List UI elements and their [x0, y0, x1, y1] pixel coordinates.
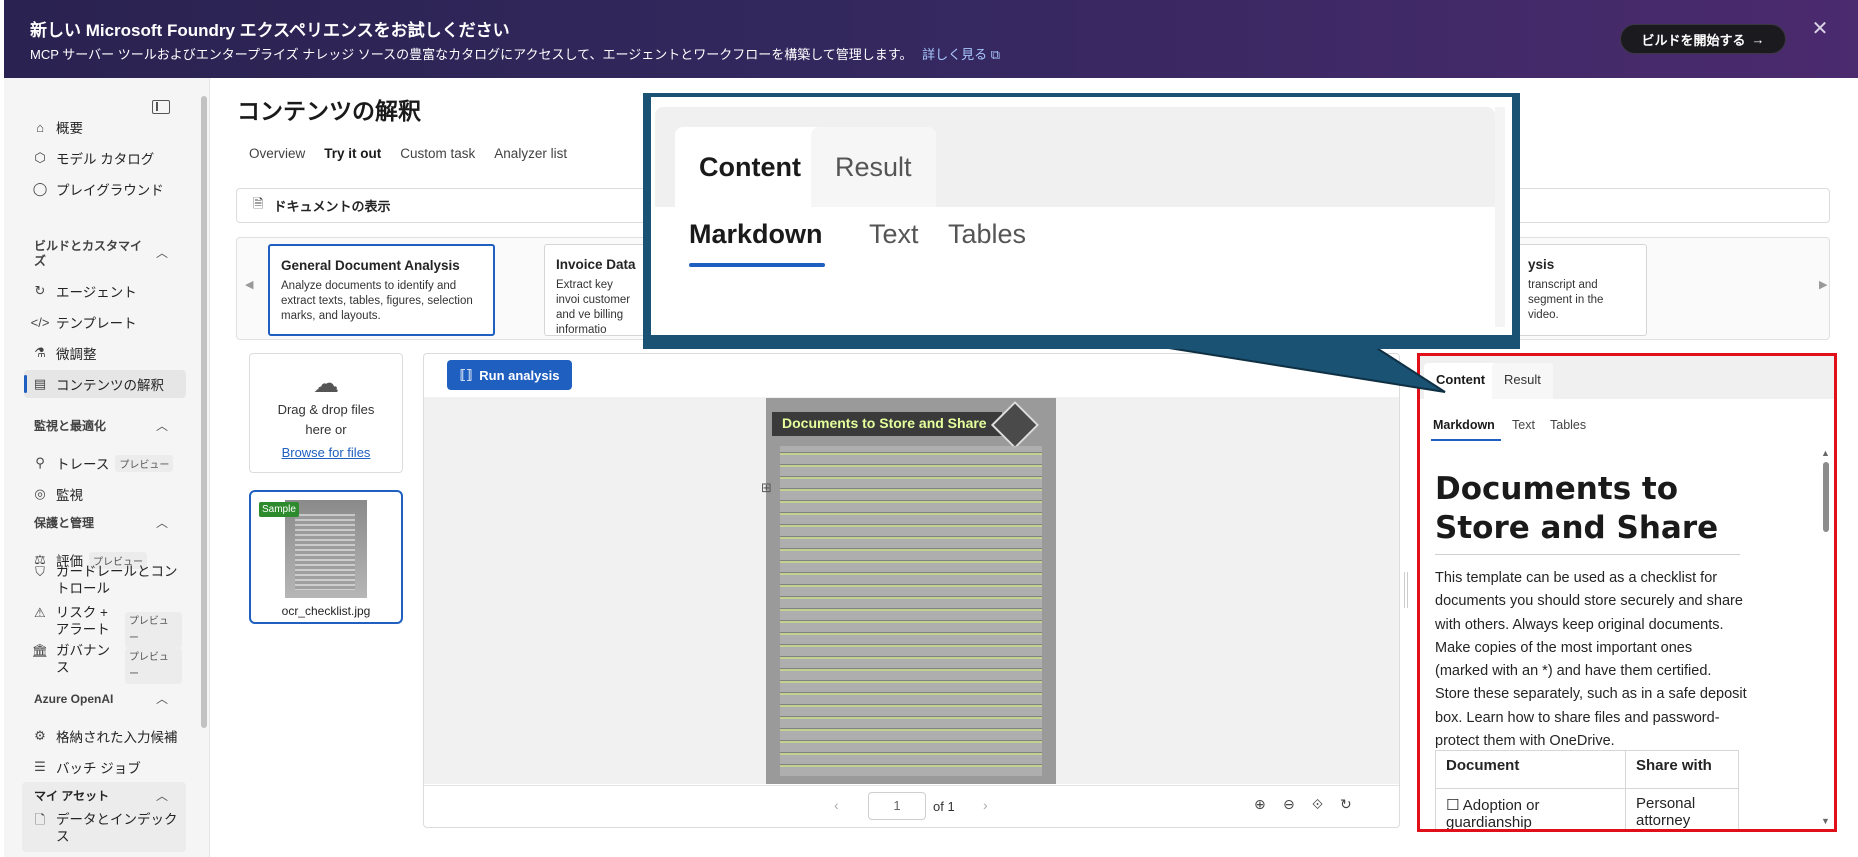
callout-zoomed-view: Content Result Markdown Text Tables — [651, 97, 1512, 335]
callout-tab-result: Result — [811, 127, 936, 207]
callout-active-indicator — [689, 263, 825, 267]
callout-scrollbar — [1495, 107, 1505, 327]
zoom-callout: Content Result Markdown Text Tables — [643, 93, 1520, 349]
callout-subtab-markdown: Markdown — [689, 219, 823, 249]
callout-tab-content: Content — [675, 127, 825, 207]
app-root: 新しい Microsoft Foundry エクスペリエンスをお試しください M… — [0, 0, 1858, 857]
callout-subtab-tables: Tables — [948, 219, 1027, 249]
callout-tabbar: Content Result — [655, 107, 1495, 207]
callout-subtab-text: Text — [869, 219, 919, 249]
